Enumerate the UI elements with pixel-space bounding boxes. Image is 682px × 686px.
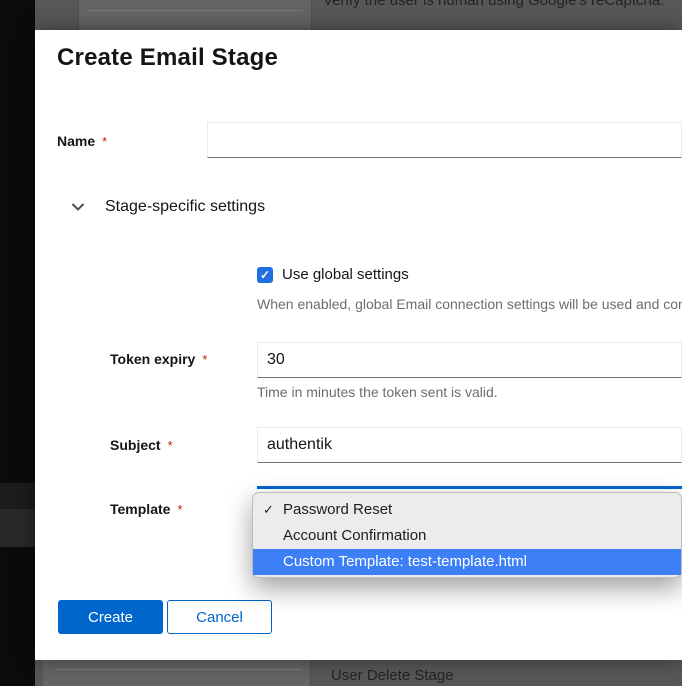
token-expiry-label: Token expiry* [110, 351, 207, 367]
cancel-button[interactable]: Cancel [167, 600, 272, 634]
required-asterisk: * [102, 134, 107, 149]
section-label: Stage-specific settings [105, 198, 265, 216]
dropdown-option-account-confirmation[interactable]: Account Confirmation [253, 523, 681, 549]
name-label: Name* [57, 133, 107, 149]
token-expiry-input[interactable] [257, 342, 682, 378]
dropdown-option-password-reset[interactable]: ✓ Password Reset [253, 497, 681, 523]
background-page-top: Verify the user is human using Google's … [0, 0, 682, 30]
chevron-down-icon [71, 202, 85, 212]
use-global-label[interactable]: Use global settings [282, 266, 409, 283]
subject-input[interactable] [257, 427, 682, 463]
create-button[interactable]: Create [58, 600, 163, 634]
background-table-cell [43, 660, 311, 686]
use-global-help: When enabled, global Email connection se… [257, 296, 682, 312]
background-captcha-description: Verify the user is human using Google's … [323, 0, 664, 9]
template-label: Template* [110, 501, 183, 517]
check-icon: ✓ [260, 268, 270, 282]
required-asterisk: * [177, 502, 182, 517]
name-input[interactable] [207, 122, 682, 158]
sidebar-item-highlight [0, 483, 35, 509]
selected-check-icon: ✓ [263, 497, 274, 523]
required-asterisk: * [168, 438, 173, 453]
template-select-focus-border [257, 486, 682, 489]
use-global-checkbox[interactable]: ✓ [257, 267, 273, 283]
token-expiry-help: Time in minutes the token sent is valid. [257, 384, 682, 400]
required-asterisk: * [202, 352, 207, 367]
dropdown-option-custom-template[interactable]: Custom Template: test-template.html [253, 549, 681, 575]
background-table-cell [78, 0, 312, 30]
sidebar-item-highlight [0, 509, 35, 547]
stage-settings-toggle[interactable]: Stage-specific settings [71, 198, 265, 216]
modal-title: Create Email Stage [57, 44, 278, 72]
create-email-stage-modal: Create Email Stage Name* Stage-specific … [35, 30, 682, 660]
background-page-bottom: User Delete Stage [0, 660, 682, 686]
background-stage-name: User Delete Stage [331, 667, 454, 684]
template-dropdown: ✓ Password Reset Account Confirmation Cu… [252, 492, 682, 578]
subject-label: Subject* [110, 437, 173, 453]
app-sidebar [0, 0, 35, 686]
